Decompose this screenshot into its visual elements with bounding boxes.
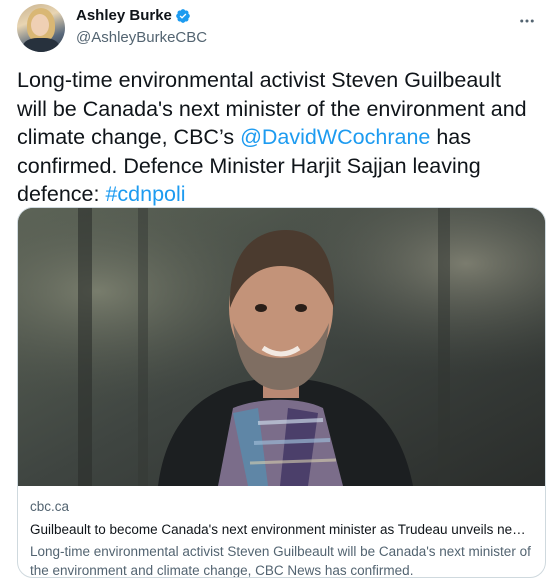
card-image[interactable] — [18, 208, 545, 486]
tweet: Ashley Burke @AshleyBurkeCBC Long-time e… — [0, 0, 548, 582]
card-description: Long-time environmental activist Steven … — [30, 544, 531, 578]
card-title[interactable]: Guilbeault to become Canada's next envir… — [30, 520, 535, 539]
author-display-name[interactable]: Ashley Burke — [76, 6, 172, 26]
mention-link[interactable]: @DavidWCochrane — [240, 125, 430, 149]
tweet-text: Long-time environmental activist Steven … — [17, 66, 532, 209]
avatar-body — [23, 38, 59, 52]
avatar-face — [31, 14, 49, 36]
author-names: Ashley Burke @AshleyBurkeCBC — [76, 6, 207, 48]
card-meta: cbc.ca Guilbeault to become Canada's nex… — [30, 497, 535, 578]
tweet-header: Ashley Burke @AshleyBurkeCBC — [17, 4, 537, 52]
author-display-name-row[interactable]: Ashley Burke — [76, 6, 207, 26]
more-horizontal-icon[interactable] — [517, 12, 537, 32]
verified-badge-icon — [176, 9, 190, 23]
hashtag-link[interactable]: #cdnpoli — [105, 182, 185, 206]
avatar[interactable] — [17, 4, 65, 52]
author-handle[interactable]: @AshleyBurkeCBC — [76, 28, 207, 48]
more-dots-icon — [520, 19, 534, 23]
card-photo — [18, 208, 545, 486]
card-domain: cbc.ca — [30, 499, 70, 514]
link-card[interactable]: cbc.ca Guilbeault to become Canada's nex… — [17, 207, 546, 578]
